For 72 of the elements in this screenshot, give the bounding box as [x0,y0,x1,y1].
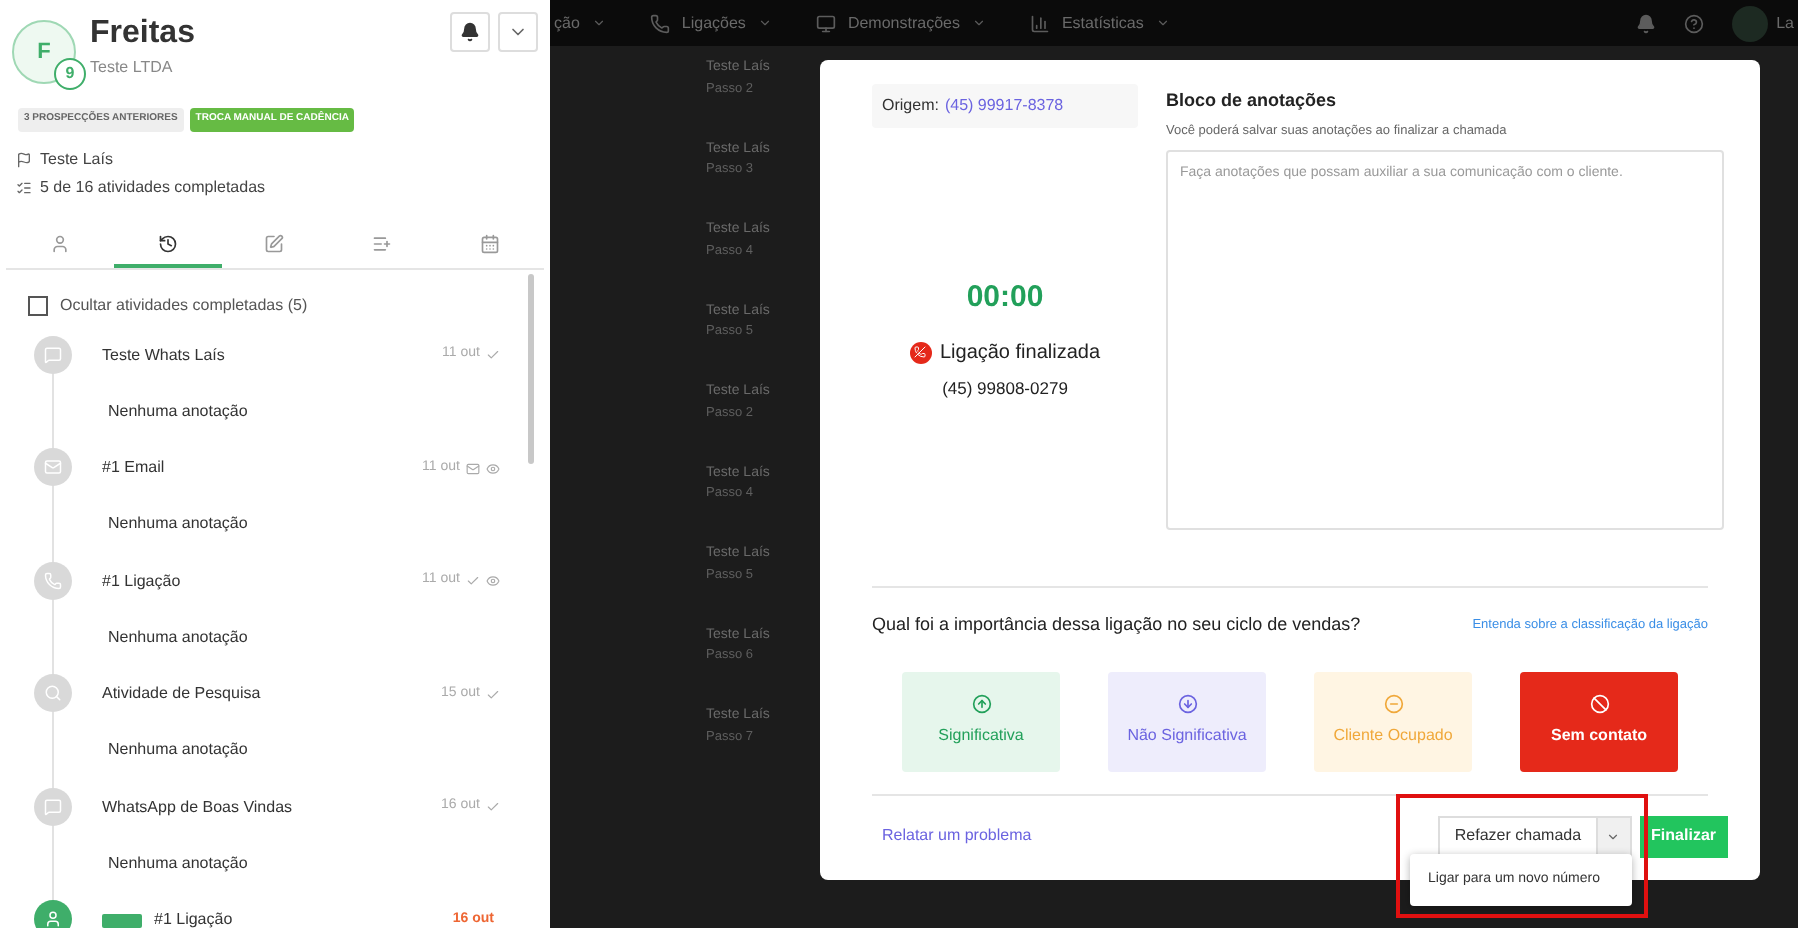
call-timer: 00:00 [964,278,1046,318]
finish-button[interactable]: Finalizar [1639,815,1728,857]
scrollbar[interactable] [528,274,534,464]
chart-icon [1029,13,1050,33]
classification-option[interactable]: Não Significativa [1108,671,1266,771]
checklist-icon [16,179,32,195]
checkbox[interactable] [28,295,48,315]
chevron-down-icon [1155,16,1170,30]
owner-name: Teste Laís [40,147,113,171]
report-link[interactable]: Relatar um problema [882,824,1032,848]
activity-title: #1 Ligação [154,908,233,928]
list-add-icon [372,233,393,253]
activity-note: Nenhuma anotação [108,399,250,423]
activity-title: WhatsApp de Boas Vindas [102,795,293,819]
redial-button[interactable]: Refazer chamada [1438,815,1598,857]
classification-option[interactable]: Cliente Ocupado [1314,671,1472,771]
origin-number: (45) 99917-8378 [944,94,1064,118]
nav-item[interactable]: Ligações [681,11,746,35]
lead-name: Freitas [90,14,195,54]
history-icon [157,233,178,253]
call-number: (45) 99808-0279 [940,375,1070,401]
edit-icon [264,233,285,253]
company-name: Teste LTDA [90,56,175,80]
avatar-initial: F [37,37,51,68]
nav-item[interactable]: ção [554,11,580,35]
notification-button[interactable] [450,12,490,52]
arrow-down-icon [1177,694,1197,714]
help-icon[interactable] [1684,13,1705,33]
chevron-down-icon [591,16,606,30]
chat-icon [44,797,62,815]
activity-note: Nenhuma anotação [108,625,250,649]
progress-text: 5 de 16 atividades completadas [40,175,266,199]
chevron-down-icon [1606,829,1621,843]
search-icon [44,684,62,702]
nav-item[interactable]: Estatísticas [1061,11,1144,35]
classification-option[interactable]: Sem contato [1520,671,1678,771]
checkbox-label: Ocultar atividades completadas (5) [60,293,308,317]
activity-title: Atividade de Pesquisa [102,682,261,706]
chevron-down-icon [971,16,986,30]
user-avatar[interactable] [1732,5,1769,41]
count-badge: 9 [54,58,86,90]
call-status: Ligação finalizada [939,339,1101,367]
chevron-down-icon [757,16,772,30]
mail-icon [44,458,62,476]
phone-icon [649,13,670,33]
activity-title: #1 Ligação [102,569,181,593]
person-icon [49,233,70,253]
status-tag [102,913,142,927]
call-ended-icon [909,341,932,363]
person-icon [44,910,62,928]
activity-title: Teste Whats Laís [102,343,225,367]
ban-icon [1589,694,1609,714]
calendar-icon [480,233,501,253]
flag-icon [16,151,32,167]
monitor-icon [815,13,836,33]
activity-note: Nenhuma anotação [108,512,250,536]
activity-note: Nenhuma anotação [108,851,250,875]
phone-icon [44,571,62,589]
user-name: La [1776,11,1794,35]
question-text: Qual foi a importância dessa ligação no seu ciclo de vendas? [872,612,1361,638]
activity-title: #1 Email [102,456,165,480]
chat-icon [44,345,62,363]
redial-menu-button[interactable] [1597,815,1632,857]
minus-icon [1383,694,1403,714]
nav-item[interactable]: Demonstrações [847,11,960,35]
notes-title: Bloco de anotações [1166,88,1339,114]
origin-label: Origem: [882,94,939,118]
bell-icon[interactable] [1636,13,1657,33]
bell-icon [460,22,480,42]
arrow-up-icon [971,694,991,714]
classification-option[interactable]: Significativa [902,671,1060,771]
activity-note: Nenhuma anotação [108,738,250,762]
